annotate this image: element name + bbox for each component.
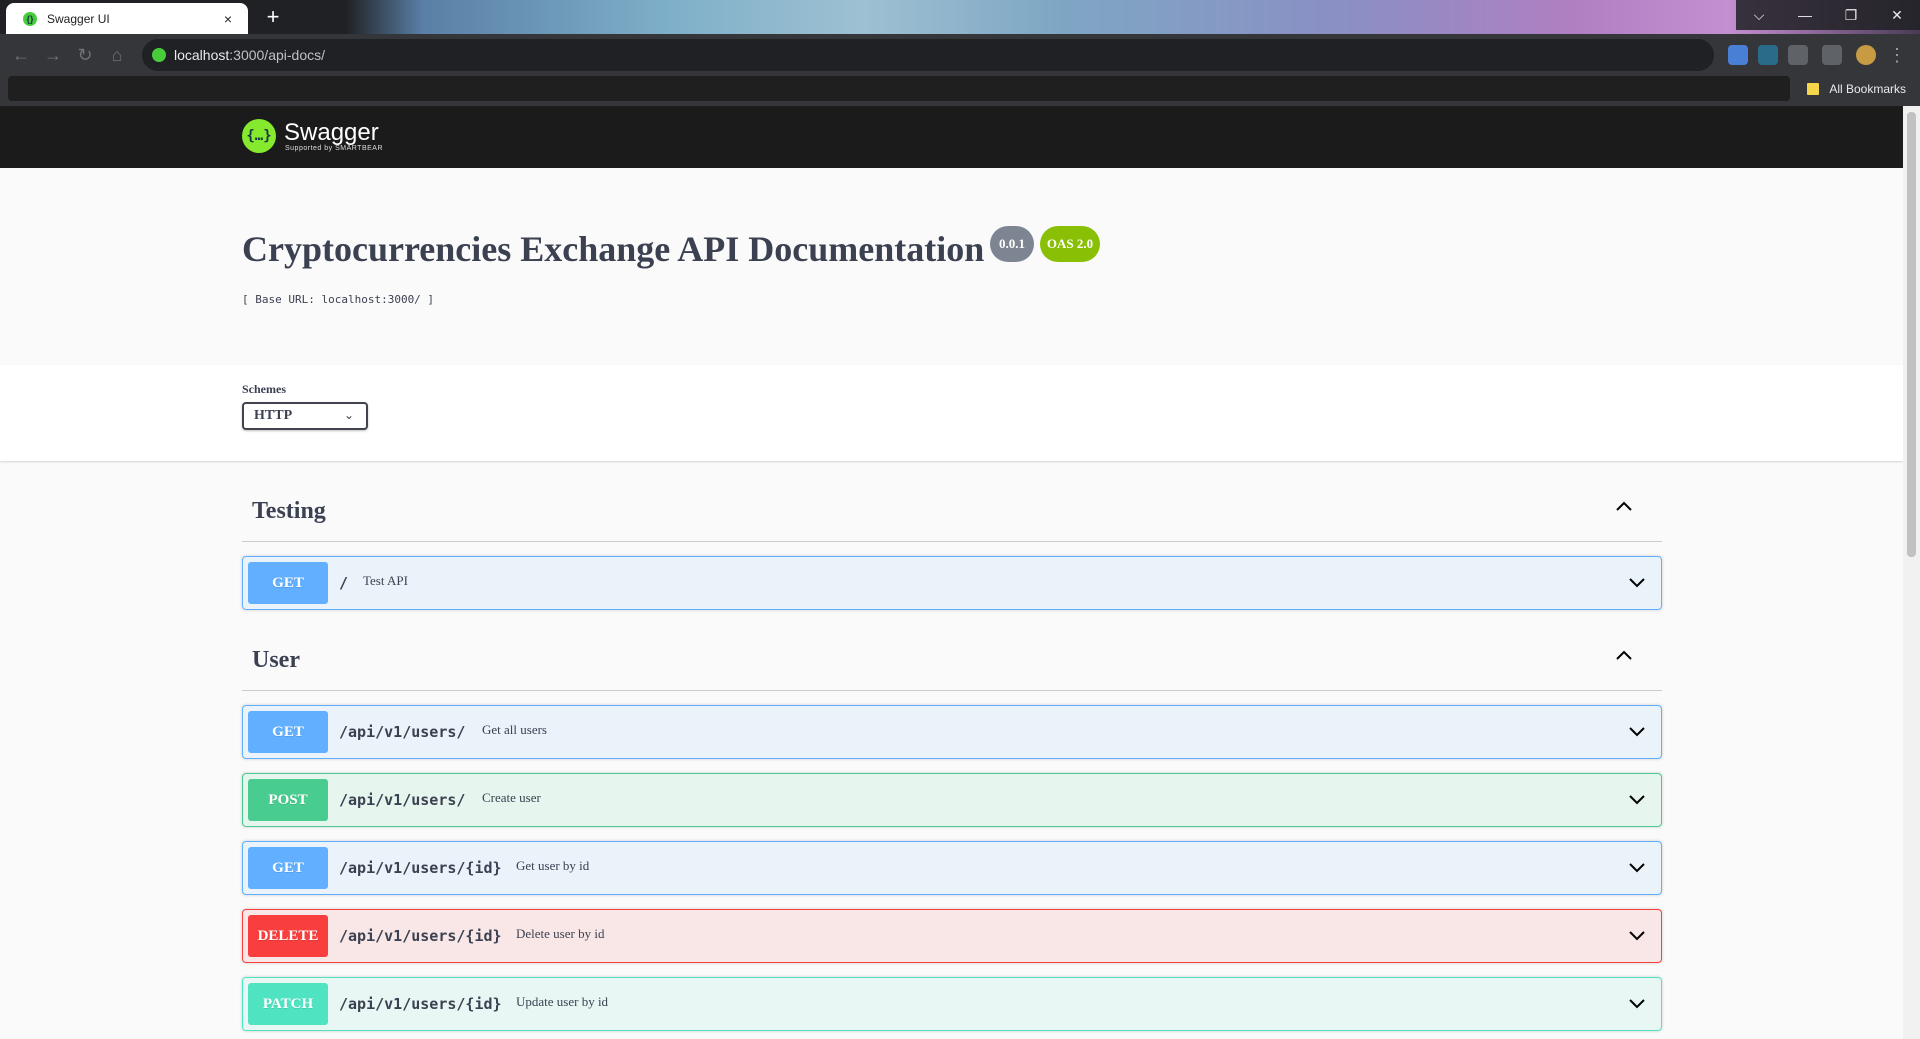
- scrollbar-thumb[interactable]: [1907, 112, 1916, 557]
- tag-section-testing: Testing GET / Test API: [242, 471, 1662, 610]
- operation-path: /api/v1/users/{id}: [339, 927, 502, 945]
- chevron-down-icon[interactable]: [1627, 996, 1647, 1010]
- operation-path: /: [339, 574, 349, 592]
- tab-title: Swagger UI: [47, 11, 110, 26]
- home-icon[interactable]: ⌂: [106, 44, 128, 66]
- schemes-container: Schemes HTTP ⌄: [0, 365, 1903, 461]
- operation-get[interactable]: GET / Test API: [242, 556, 1662, 610]
- operation-path: /api/v1/users/: [339, 791, 466, 809]
- restore-button[interactable]: ❐: [1828, 0, 1874, 30]
- browser-toolbar: ← → ↻ ⌂ localhost:3000/api-docs/ ⋮: [0, 34, 1920, 76]
- operation-summary: Get user by id: [516, 858, 590, 873]
- all-bookmarks-button[interactable]: All Bookmarks: [1807, 82, 1906, 96]
- tag-name: Testing: [252, 498, 326, 524]
- tag-section-user: User GET/api/v1/users/Get all users POST/a…: [242, 620, 1662, 1031]
- swagger-favicon-icon: {}: [23, 11, 37, 26]
- operation-patch[interactable]: PATCH/api/v1/users/{id} Update user by id: [242, 977, 1662, 1031]
- browser-menu-icon[interactable]: ⋮: [1886, 44, 1908, 66]
- swagger-logo-icon: {…}: [242, 119, 276, 153]
- chevron-up-icon[interactable]: [1614, 498, 1634, 514]
- minimize-button[interactable]: —: [1782, 0, 1828, 30]
- chevron-down-icon: ⌄: [343, 408, 354, 422]
- method-badge: PATCH: [248, 983, 328, 1025]
- forward-icon[interactable]: →: [42, 44, 64, 66]
- api-info: Cryptocurrencies Exchange API Documentat…: [0, 168, 1903, 365]
- chevron-down-icon[interactable]: [1627, 928, 1647, 942]
- side-panel-icon[interactable]: [1822, 45, 1842, 65]
- schemes-select[interactable]: HTTP ⌄: [242, 402, 368, 430]
- bookmarks-bar-area: [8, 76, 1790, 101]
- chevron-up-icon[interactable]: [1614, 647, 1634, 663]
- tab-close-icon[interactable]: ×: [220, 11, 236, 27]
- chevron-down-icon[interactable]: [1627, 724, 1647, 738]
- browser-tab[interactable]: {} Swagger UI ×: [6, 3, 248, 34]
- operation-delete[interactable]: DELETE/api/v1/users/{id} Delete user by i…: [242, 909, 1662, 963]
- reload-icon[interactable]: ↻: [74, 44, 96, 66]
- tag-header[interactable]: User: [242, 620, 1662, 691]
- folder-icon: [1807, 83, 1820, 95]
- oas-badge: OAS 2.0: [1040, 226, 1100, 262]
- operation-get[interactable]: GET/api/v1/users/Get all users: [242, 705, 1662, 759]
- profile-avatar[interactable]: [1856, 45, 1876, 65]
- swagger-topbar: {…} Swagger Supported by SMARTBEAR: [0, 106, 1903, 168]
- operation-summary: Update user by id: [516, 994, 609, 1009]
- chevron-down-icon[interactable]: [1627, 792, 1647, 806]
- site-info-icon[interactable]: [152, 48, 166, 62]
- new-tab-button[interactable]: +: [260, 4, 286, 30]
- address-bar[interactable]: localhost:3000/api-docs/: [142, 39, 1714, 71]
- operation-summary: Delete user by id: [516, 926, 605, 941]
- react-devtools-icon[interactable]: [1758, 45, 1778, 65]
- tag-header[interactable]: Testing: [242, 471, 1662, 542]
- browser-tab-strip: {} Swagger UI × + ⌵ — ❐ ✕: [0, 0, 1920, 34]
- schemes-label: Schemes: [242, 382, 286, 396]
- operation-path: /api/v1/users/: [339, 723, 466, 741]
- operation-summary: Create user: [482, 790, 541, 805]
- method-badge: POST: [248, 779, 328, 821]
- operation-post[interactable]: POST/api/v1/users/Create user: [242, 773, 1662, 827]
- swagger-page: {…} Swagger Supported by SMARTBEAR Crypt…: [0, 106, 1903, 1039]
- operation-summary: Test API: [363, 573, 408, 588]
- method-badge: GET: [248, 562, 328, 604]
- tab-search-icon[interactable]: ⌵: [1736, 0, 1782, 30]
- translate-extension-icon[interactable]: [1728, 45, 1748, 65]
- method-badge: GET: [248, 847, 328, 889]
- back-icon[interactable]: ←: [10, 44, 32, 66]
- operations-list: Testing GET / Test API User GET/api/v1/users/…: [0, 461, 1903, 1031]
- operation-get[interactable]: GET/api/v1/users/{id} Get user by id: [242, 841, 1662, 895]
- address-text[interactable]: localhost:3000/api-docs/: [174, 47, 325, 63]
- logo-text: Swagger: [284, 118, 379, 146]
- all-bookmarks-label: All Bookmarks: [1829, 82, 1906, 96]
- extensions-puzzle-icon[interactable]: [1788, 45, 1808, 65]
- page-scrollbar[interactable]: [1903, 106, 1920, 1039]
- base-url: [ Base URL: localhost:3000/ ]: [242, 293, 435, 306]
- chevron-down-icon[interactable]: [1627, 860, 1647, 874]
- operation-path: /api/v1/users/{id}: [339, 995, 502, 1013]
- schemes-selected-value: HTTP: [254, 408, 293, 423]
- method-badge: DELETE: [248, 915, 328, 957]
- operation-summary: Get all users: [482, 722, 547, 737]
- operation-path: /api/v1/users/{id}: [339, 859, 502, 877]
- api-title: Cryptocurrencies Exchange API Documentat…: [242, 229, 985, 269]
- bookmarks-bar: All Bookmarks: [0, 76, 1920, 106]
- tag-name: User: [252, 647, 300, 673]
- version-badge: 0.0.1: [990, 226, 1034, 262]
- logo-tagline: Supported by SMARTBEAR: [285, 144, 384, 152]
- method-badge: GET: [248, 711, 328, 753]
- swagger-logo[interactable]: {…} Swagger Supported by SMARTBEAR: [242, 119, 383, 153]
- chevron-down-icon[interactable]: [1627, 575, 1647, 589]
- close-window-button[interactable]: ✕: [1874, 0, 1920, 30]
